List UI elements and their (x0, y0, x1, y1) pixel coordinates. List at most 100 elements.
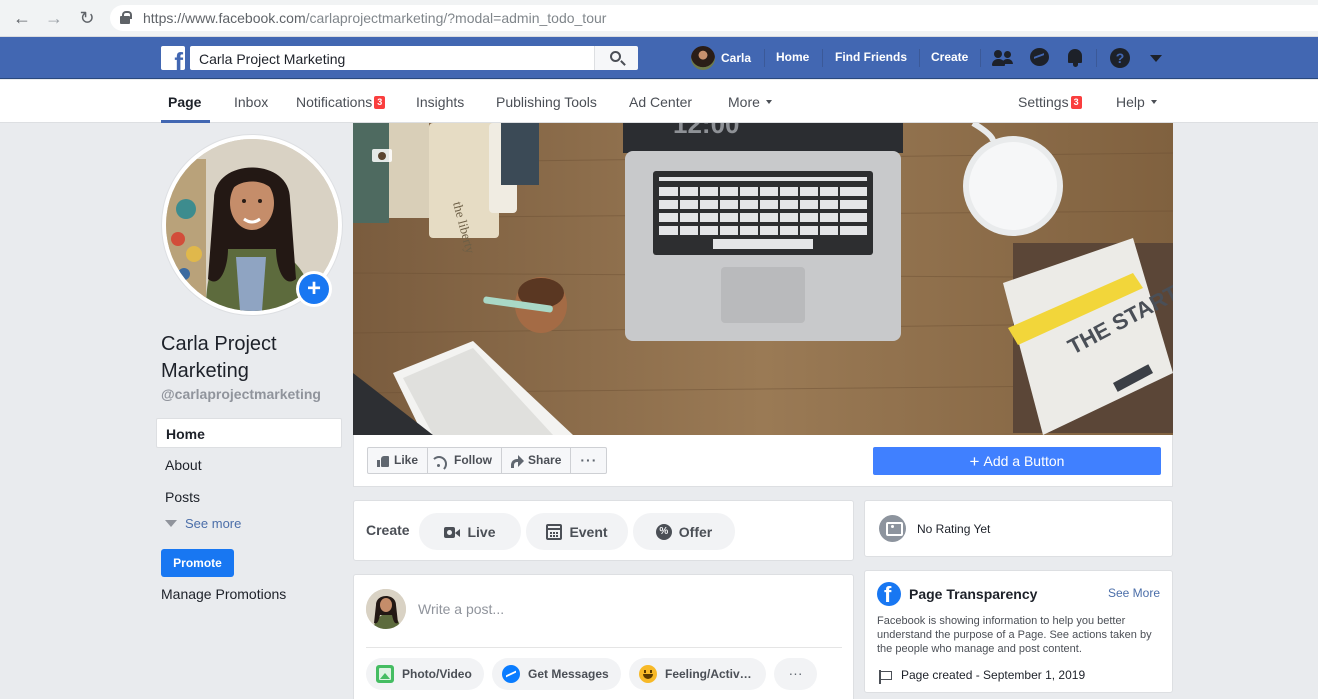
rating-card[interactable]: No Rating Yet (864, 500, 1173, 557)
share-arrow-icon (511, 454, 525, 468)
create-link[interactable]: Create (931, 50, 968, 64)
address-bar[interactable]: https://www.facebook.com/carlaprojectmar… (110, 5, 1318, 31)
tab-inbox[interactable]: Inbox (234, 94, 268, 110)
flag-icon (879, 670, 893, 684)
facebook-top-bar: f Carla Project Marketing Carla Home Fin… (0, 37, 1318, 79)
calendar-icon (546, 523, 563, 540)
divider (822, 49, 823, 67)
page-username[interactable]: @carlaprojectmarketing (161, 386, 321, 402)
tab-ad-center[interactable]: Ad Center (629, 94, 692, 110)
sidebar-item-posts[interactable]: Posts (156, 482, 342, 512)
create-live-label: Live (467, 523, 496, 540)
create-event-label: Event (569, 523, 608, 540)
back-arrow-icon[interactable]: ← (12, 8, 32, 28)
cover-photo[interactable]: the liberty 12:00 THE STARTUP (353, 123, 1173, 435)
share-button[interactable]: Share (502, 448, 572, 473)
camera-icon[interactable] (372, 146, 392, 162)
browser-toolbar: ← → ↻ https://www.facebook.com/carlaproj… (0, 0, 1318, 37)
divider (764, 49, 765, 67)
search-icon (610, 51, 621, 62)
page-transparency-description: Facebook is showing information to help … (877, 615, 1152, 655)
tab-settings[interactable]: Settings 3 (1018, 94, 1082, 110)
tab-page[interactable]: Page (168, 94, 201, 110)
avatar (366, 589, 406, 629)
messenger-icon (502, 665, 520, 683)
post-composer: Write a post... Photo/Video Get Messages… (353, 574, 854, 699)
notifications-bell-icon[interactable] (1064, 47, 1086, 69)
account-menu-caret-icon[interactable] (1150, 55, 1162, 62)
write-post-input[interactable]: Write a post... (418, 601, 504, 617)
messenger-icon[interactable] (1030, 48, 1049, 66)
photo-video-button[interactable]: Photo/Video (366, 658, 484, 690)
profile-name: Carla (721, 51, 752, 65)
tab-insights[interactable]: Insights (416, 94, 464, 110)
facebook-logo-icon[interactable]: f (161, 46, 185, 70)
review-bubble-icon (879, 515, 906, 542)
create-card: Create Live Event % Offer (353, 500, 854, 561)
tab-help-label: Help (1116, 94, 1145, 110)
follow-button[interactable]: Follow (428, 448, 503, 473)
friend-requests-icon[interactable] (992, 47, 1014, 69)
get-messages-label: Get Messages (528, 667, 609, 681)
home-link[interactable]: Home (776, 50, 809, 64)
like-button[interactable]: Like (368, 448, 429, 473)
more-actions-button[interactable]: ··· (571, 448, 606, 473)
sidebar-item-home[interactable]: Home (156, 418, 342, 448)
search-button[interactable] (594, 46, 638, 70)
get-messages-button[interactable]: Get Messages (492, 658, 621, 690)
update-profile-photo-button[interactable]: + (296, 271, 332, 307)
tab-notifications[interactable]: Notifications 3 (296, 94, 386, 110)
add-a-button[interactable]: + Add a Button (873, 447, 1161, 475)
percent-tag-icon: % (655, 523, 672, 540)
smiley-icon (639, 665, 657, 683)
profile-link[interactable]: Carla (691, 45, 751, 71)
add-a-button-label: Add a Button (983, 453, 1065, 469)
url-text: https://www.facebook.com/carlaprojectmar… (143, 10, 606, 26)
search-input[interactable]: Carla Project Marketing (190, 46, 594, 70)
create-event-button[interactable]: Event (526, 513, 628, 550)
divider (919, 49, 920, 67)
chevron-down-icon (1150, 100, 1157, 104)
page-created-date: Page created - September 1, 2019 (901, 668, 1086, 682)
photo-video-label: Photo/Video (402, 667, 472, 681)
divider (1096, 49, 1097, 67)
tab-more[interactable]: More (728, 94, 772, 110)
sidebar-see-more-link[interactable]: See more (165, 516, 241, 531)
follow-button-label: Follow (454, 453, 493, 467)
page-transparency-card: f Page Transparency See More Facebook is… (864, 570, 1173, 693)
create-label: Create (366, 522, 410, 538)
feeling-activity-label: Feeling/Activ… (665, 667, 752, 681)
tab-help[interactable]: Help (1116, 94, 1157, 110)
lock-icon (120, 11, 132, 24)
page-title: Carla Project Marketing (161, 333, 277, 382)
forward-arrow-icon[interactable]: → (44, 8, 64, 28)
tab-settings-label: Settings (1018, 94, 1069, 110)
page-actions-group: Like Follow Share ··· (367, 447, 608, 474)
thumbs-up-icon (377, 455, 389, 467)
page-admin-tabs: Page Inbox Notifications 3 Insights Publi… (0, 80, 1318, 123)
find-friends-link[interactable]: Find Friends (835, 50, 907, 64)
rss-icon (437, 455, 449, 467)
facebook-logo-icon: f (877, 582, 901, 606)
reload-icon[interactable]: ↻ (77, 8, 97, 28)
photo-icon (376, 665, 394, 683)
divider (366, 647, 842, 648)
create-live-button[interactable]: Live (419, 513, 521, 550)
active-tab-indicator (161, 120, 210, 123)
page-transparency-see-more-link[interactable]: See More (1108, 586, 1160, 600)
promote-button[interactable]: Promote (161, 549, 234, 577)
url-path: /carlaprojectmarketing/?modal=admin_todo… (305, 10, 607, 26)
cover-clock-text: 12:00 (673, 123, 740, 139)
create-offer-button[interactable]: % Offer (633, 513, 735, 550)
feeling-activity-button[interactable]: Feeling/Activ… (629, 658, 766, 690)
video-camera-icon (444, 524, 461, 540)
sidebar-item-about[interactable]: About (156, 450, 342, 480)
help-icon[interactable]: ? (1110, 48, 1130, 68)
manage-promotions-link[interactable]: Manage Promotions (161, 586, 286, 602)
like-button-label: Like (394, 453, 419, 467)
plus-icon: + (306, 275, 321, 302)
notifications-badge: 3 (374, 96, 386, 109)
tab-publishing-tools[interactable]: Publishing Tools (496, 94, 597, 110)
divider (980, 49, 981, 67)
composer-more-button[interactable]: ··· (774, 658, 817, 690)
